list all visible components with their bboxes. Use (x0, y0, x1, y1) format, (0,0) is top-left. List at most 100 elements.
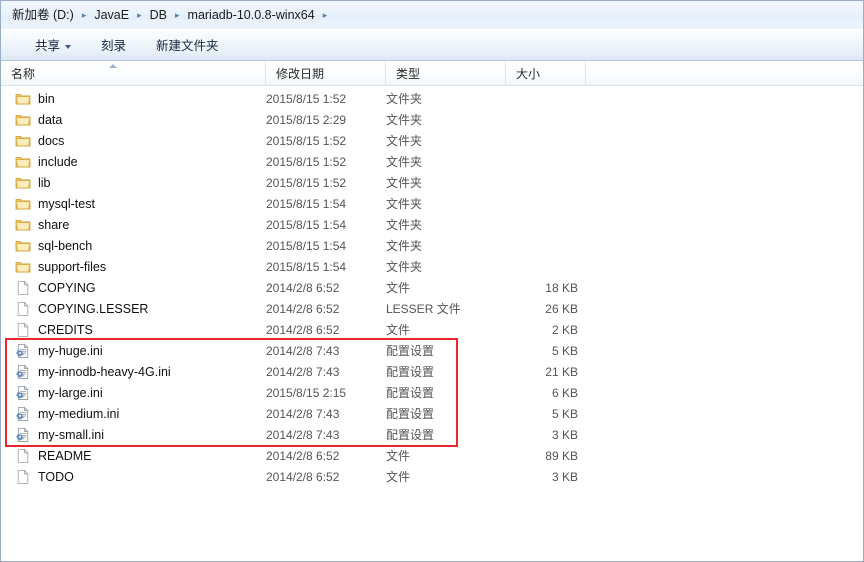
file-size-cell: 21 KB (545, 364, 578, 379)
new-folder-button-label: 新建文件夹 (156, 38, 219, 53)
file-name-cell[interactable]: sql-bench (1, 235, 266, 256)
file-name-cell[interactable]: mysql-test (1, 193, 266, 214)
breadcrumb-separator-icon[interactable]: ▸ (169, 7, 186, 23)
file-name-cell[interactable]: my-medium.ini (1, 403, 266, 424)
burn-button[interactable]: 刻录 (91, 34, 136, 58)
explorer-window: 新加卷 (D:) ▸ JavaE ▸ DB ▸ mariadb-10.0.8-winx64 ▸… (0, 0, 864, 562)
folder-icon (15, 133, 31, 149)
file-name-label: README (38, 448, 92, 463)
file-name-label: share (38, 217, 70, 232)
file-name-cell[interactable]: bin (1, 88, 266, 109)
file-name-cell[interactable]: my-large.ini (1, 382, 266, 403)
file-row[interactable]: TODO 2014/2/8 6:52 文件 3 KB (1, 466, 863, 487)
column-header-name[interactable]: 名称 (1, 60, 266, 86)
file-name-cell[interactable]: CREDITS (1, 319, 266, 340)
breadcrumb-separator-icon[interactable]: ▸ (131, 7, 148, 23)
file-name-cell[interactable]: lib (1, 172, 266, 193)
column-header-size[interactable]: 大小 (506, 60, 586, 86)
file-row[interactable]: lib 2015/8/15 1:52 文件夹 (1, 172, 863, 193)
file-row[interactable]: include 2015/8/15 1:52 文件夹 (1, 151, 863, 172)
file-name-label: lib (38, 175, 51, 190)
file-row[interactable]: bin 2015/8/15 1:52 文件夹 (1, 88, 863, 109)
breadcrumb-item-3[interactable]: mariadb-10.0.8-winx64 (186, 6, 317, 24)
file-name-cell[interactable]: TODO (1, 466, 266, 487)
file-name-cell[interactable]: include (1, 151, 266, 172)
file-row[interactable]: my-small.ini 2014/2/8 7:43 配置设置 3 KB (1, 424, 863, 445)
file-row[interactable]: data 2015/8/15 2:29 文件夹 (1, 109, 863, 130)
file-date-cell: 2015/8/15 1:54 (266, 259, 347, 274)
file-type-cell: 文件 (386, 323, 411, 337)
file-row[interactable]: README 2014/2/8 6:52 文件 89 KB (1, 445, 863, 466)
file-row[interactable]: COPYING.LESSER 2014/2/8 6:52 LESSER 文件 26 K… (1, 298, 863, 319)
file-name-label: CREDITS (38, 322, 93, 337)
file-name-label: my-innodb-heavy-4G.ini (38, 364, 171, 379)
breadcrumb-item-0[interactable]: 新加卷 (D:) (10, 6, 76, 24)
file-name-cell[interactable]: share (1, 214, 266, 235)
file-type-cell: 文件 (386, 449, 411, 463)
file-row[interactable]: my-innodb-heavy-4G.ini 2014/2/8 7:43 配置设置 2… (1, 361, 863, 382)
file-name-cell[interactable]: COPYING.LESSER (1, 298, 266, 319)
file-date-cell: 2015/8/15 1:54 (266, 217, 347, 232)
file-type-cell: 文件 (386, 281, 411, 295)
file-date-cell: 2015/8/15 1:52 (266, 175, 347, 190)
file-row[interactable]: COPYING 2014/2/8 6:52 文件 18 KB (1, 277, 863, 298)
file-size-cell: 26 KB (545, 301, 578, 316)
file-type-cell: 文件 (386, 470, 411, 484)
file-date-cell: 2014/2/8 6:52 (266, 280, 340, 295)
file-name-cell[interactable]: my-small.ini (1, 424, 266, 445)
file-name-cell[interactable]: COPYING (1, 277, 266, 298)
file-date-cell: 2015/8/15 1:52 (266, 154, 347, 169)
column-header-date-label: 修改日期 (276, 66, 325, 81)
sort-ascending-icon (109, 63, 117, 68)
file-list[interactable]: bin 2015/8/15 1:52 文件夹 data 2015/8/15 2:29 文件… (1, 86, 863, 561)
file-icon (15, 322, 31, 338)
burn-button-label: 刻录 (101, 38, 127, 53)
file-type-cell: 文件夹 (386, 239, 423, 253)
file-size-cell: 5 KB (551, 343, 578, 358)
breadcrumb-separator-icon[interactable]: ▸ (76, 7, 93, 23)
file-row[interactable]: support-files 2015/8/15 1:54 文件夹 (1, 256, 863, 277)
file-icon (15, 469, 31, 485)
file-row[interactable]: my-large.ini 2015/8/15 2:15 配置设置 6 KB (1, 382, 863, 403)
breadcrumb-item-1[interactable]: JavaE (92, 6, 131, 24)
file-type-cell: 文件夹 (386, 134, 423, 148)
file-row[interactable]: CREDITS 2014/2/8 6:52 文件 2 KB (1, 319, 863, 340)
file-size-cell: 5 KB (551, 406, 578, 421)
file-row[interactable]: my-medium.ini 2014/2/8 7:43 配置设置 5 KB (1, 403, 863, 424)
breadcrumb-separator-icon[interactable]: ▸ (317, 7, 334, 23)
share-button-label: 共享 (35, 38, 61, 53)
address-bar[interactable]: 新加卷 (D:) ▸ JavaE ▸ DB ▸ mariadb-10.0.8-winx64 ▸ (1, 1, 863, 30)
file-date-cell: 2014/2/8 6:52 (266, 469, 340, 484)
file-row[interactable]: docs 2015/8/15 1:52 文件夹 (1, 130, 863, 151)
file-size-cell (506, 130, 586, 151)
file-row[interactable]: share 2015/8/15 1:54 文件夹 (1, 214, 863, 235)
file-size-cell (506, 256, 586, 277)
file-date-cell: 2014/2/8 7:43 (266, 427, 340, 442)
chevron-down-icon (65, 44, 72, 49)
column-header-date-modified[interactable]: 修改日期 (266, 60, 386, 86)
folder-icon (15, 154, 31, 170)
ini-config-icon (15, 405, 31, 422)
column-header-row: 名称 修改日期 类型 大小 (1, 60, 863, 86)
file-name-label: my-huge.ini (38, 343, 103, 358)
ini-config-icon (15, 342, 31, 359)
share-button[interactable]: 共享 (25, 34, 81, 58)
file-name-cell[interactable]: support-files (1, 256, 266, 277)
file-name-cell[interactable]: README (1, 445, 266, 466)
breadcrumb-item-2[interactable]: DB (148, 6, 169, 24)
file-name-cell[interactable]: docs (1, 130, 266, 151)
file-row[interactable]: sql-bench 2015/8/15 1:54 文件夹 (1, 235, 863, 256)
column-header-type[interactable]: 类型 (386, 60, 506, 86)
folder-icon (15, 196, 31, 212)
file-type-cell: 文件夹 (386, 260, 423, 274)
file-name-cell[interactable]: my-huge.ini (1, 340, 266, 361)
breadcrumb[interactable]: 新加卷 (D:) ▸ JavaE ▸ DB ▸ mariadb-10.0.8-winx64 ▸ (10, 6, 333, 24)
file-name-cell[interactable]: data (1, 109, 266, 130)
file-name-cell[interactable]: my-innodb-heavy-4G.ini (1, 361, 266, 382)
new-folder-button[interactable]: 新建文件夹 (146, 34, 229, 58)
file-size-cell: 18 KB (545, 280, 578, 295)
file-row[interactable]: my-huge.ini 2014/2/8 7:43 配置设置 5 KB (1, 340, 863, 361)
file-row[interactable]: mysql-test 2015/8/15 1:54 文件夹 (1, 193, 863, 214)
file-size-cell: 2 KB (551, 322, 578, 337)
folder-icon (15, 175, 31, 191)
